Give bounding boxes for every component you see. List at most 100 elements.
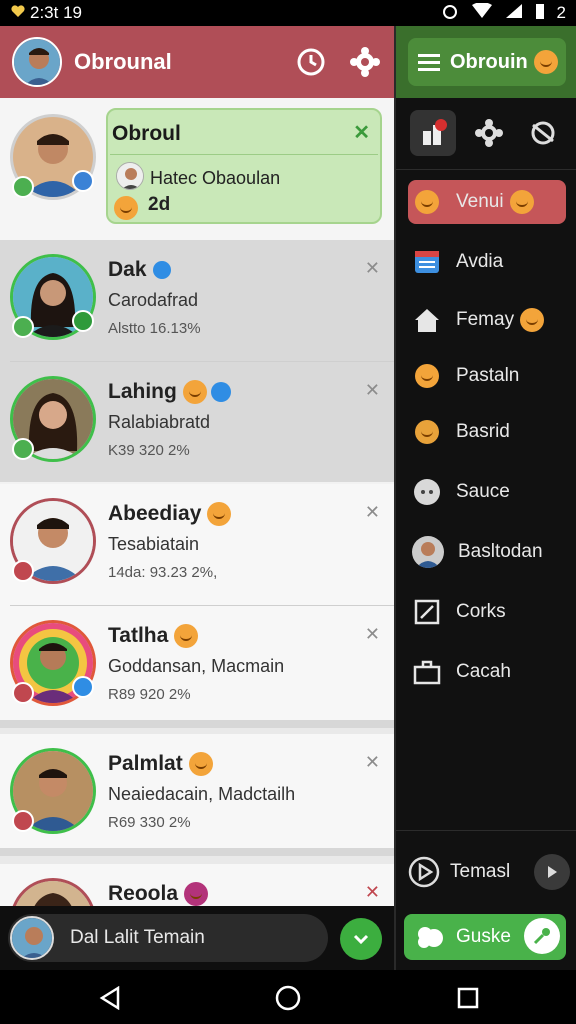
contact-list: Obroul ✕ Hatec Obaoulan 2d Dak Carodafra… [0,98,394,906]
tiger-emoji-icon [412,187,442,217]
drawer-item-label: Cacah [456,661,511,682]
recents-button[interactable] [452,982,484,1014]
cat-emoji-icon [412,417,442,447]
row-divider [0,848,394,856]
add-badge-icon [12,682,34,704]
back-button[interactable] [94,982,126,1014]
contact-subtitle: Neaiedacain, Madctailh [108,784,296,804]
alarm-icon [441,2,459,25]
tiger-emoji-icon [174,624,199,649]
stats-button[interactable] [410,110,456,156]
list-item[interactable]: Abeediay Tesabiatain 14da: 93.23 2%, ✕ [0,484,394,606]
clock-icon [297,48,325,76]
tiger-emoji-icon [520,308,545,332]
current-chat-label: Dal Lalit Temain [70,927,205,948]
profile-avatar[interactable] [12,37,62,87]
drawer-item-label: Sauce [456,481,510,502]
list-item[interactable]: Reoola ✕ [0,864,394,906]
contact-name: Tatlha [108,624,199,649]
contact-meta: K39 320 2% [108,442,190,459]
drawer-item-venui[interactable]: Venui [408,180,566,224]
expand-button[interactable] [340,918,382,960]
nav-bar [0,970,576,1024]
drawer-item-corks[interactable]: Corks [408,590,566,634]
bar-chart-icon [423,119,447,145]
side-drawer: Obrouin Venui Avdia Femay Pastaln Basrid… [394,26,576,970]
dismiss-icon[interactable]: ✕ [365,752,380,773]
settings-button[interactable] [348,45,382,79]
dismiss-icon[interactable]: ✕ [365,258,380,279]
list-item[interactable]: Lahing Ralabiabratd K39 320 2% ✕ [0,362,394,484]
contact-meta: 14da: 93.23 2%, [108,564,218,581]
dismiss-icon[interactable]: ✕ [365,882,380,903]
drawer-menu-button[interactable]: Obrouin [408,38,566,86]
contact-meta: R89 920 2% [108,686,191,703]
drawer-icon-row [396,98,576,170]
current-chat-pill[interactable]: Dal Lalit Temain [8,914,328,962]
next-button[interactable] [534,854,570,890]
drawer-settings-button[interactable] [466,110,512,156]
battery-icon [535,2,545,25]
wifi-icon [471,1,493,24]
dismiss-icon[interactable]: ✕ [365,502,380,523]
drawer-item-avdia[interactable]: Avdia [408,240,566,284]
hamburger-icon [418,54,440,71]
drawer-item-basrid[interactable]: Basrid [408,410,566,454]
devil-emoji-icon [184,882,209,906]
contact-subtitle: Goddansan, Macmain [108,656,285,676]
drawer-header: Obrouin [396,26,576,98]
contact-meta: Alstto 16.13% [108,320,201,337]
briefcase-icon [412,657,442,687]
back-triangle-icon [99,986,120,1010]
battery-level: 2 [556,3,566,22]
list-item[interactable]: Obroul ✕ Hatec Obaoulan 2d [0,98,394,240]
card-close-icon[interactable]: ✕ [353,120,370,145]
list-item[interactable]: Tatlha Goddansan, Macmain R89 920 2% ✕ [0,606,394,728]
list-item[interactable]: Dak Carodafrad Alstto 16.13% ✕ [0,240,394,362]
mute-button[interactable] [520,110,566,156]
drawer-item-sauce[interactable]: Sauce [408,470,566,514]
drawer-item-pastaln[interactable]: Pastaln [408,354,566,398]
guske-button[interactable]: Guske [404,914,566,960]
contact-avatar [10,498,96,584]
mute-icon [531,121,555,145]
contact-meta: R69 330 2% [108,814,191,831]
home-button[interactable] [272,982,304,1014]
wrench-icon [524,918,560,954]
contact-subtitle: Ralabiabratd [108,412,211,432]
more-icon [412,477,442,507]
list-item[interactable]: Palmlat Neaiedacain, Madctailh R69 330 2… [0,734,394,856]
verified-badge-icon [72,170,94,192]
add-badge-icon [12,316,34,338]
contact-name: Lahing [108,380,231,405]
app-root: 2:3t 19 2 Obrounal Obroul ✕ Hatec Obaoul… [0,0,576,1024]
drawer-footer-item[interactable]: Temasl [408,852,570,892]
drawer-title: Obrouin [450,50,528,73]
gear-icon [475,119,503,147]
cloud-icon [418,927,443,948]
add-badge-icon [12,176,34,198]
edit-icon [412,597,442,627]
drawer-item-femay[interactable]: Femay [408,298,566,342]
app-header: Obrounal [0,26,394,98]
dismiss-icon[interactable]: ✕ [365,380,380,401]
drawer-item-cacah[interactable]: Cacah [408,650,566,694]
drawer-item-basltodan[interactable]: Basltodan [408,530,566,574]
add-badge-icon [12,438,34,460]
history-button[interactable] [294,45,328,79]
drawer-item-label: Pastaln [456,365,520,386]
contact-name: Dak [108,258,171,282]
status-time: 2:3t 19 [30,3,82,22]
contact-avatar [10,114,96,200]
contact-subtitle: Tesabiatain [108,534,200,554]
card-avatar [116,162,144,190]
smile-emoji-icon [188,752,213,777]
add-badge-icon [12,560,34,582]
dismiss-icon[interactable]: ✕ [365,624,380,645]
signal-icon [505,3,523,24]
row-divider [0,720,394,728]
home-circle-icon [275,985,301,1011]
notification-card[interactable]: Obroul ✕ Hatec Obaoulan 2d [106,108,382,224]
home-icon [412,305,442,335]
contact-avatar [10,878,96,906]
